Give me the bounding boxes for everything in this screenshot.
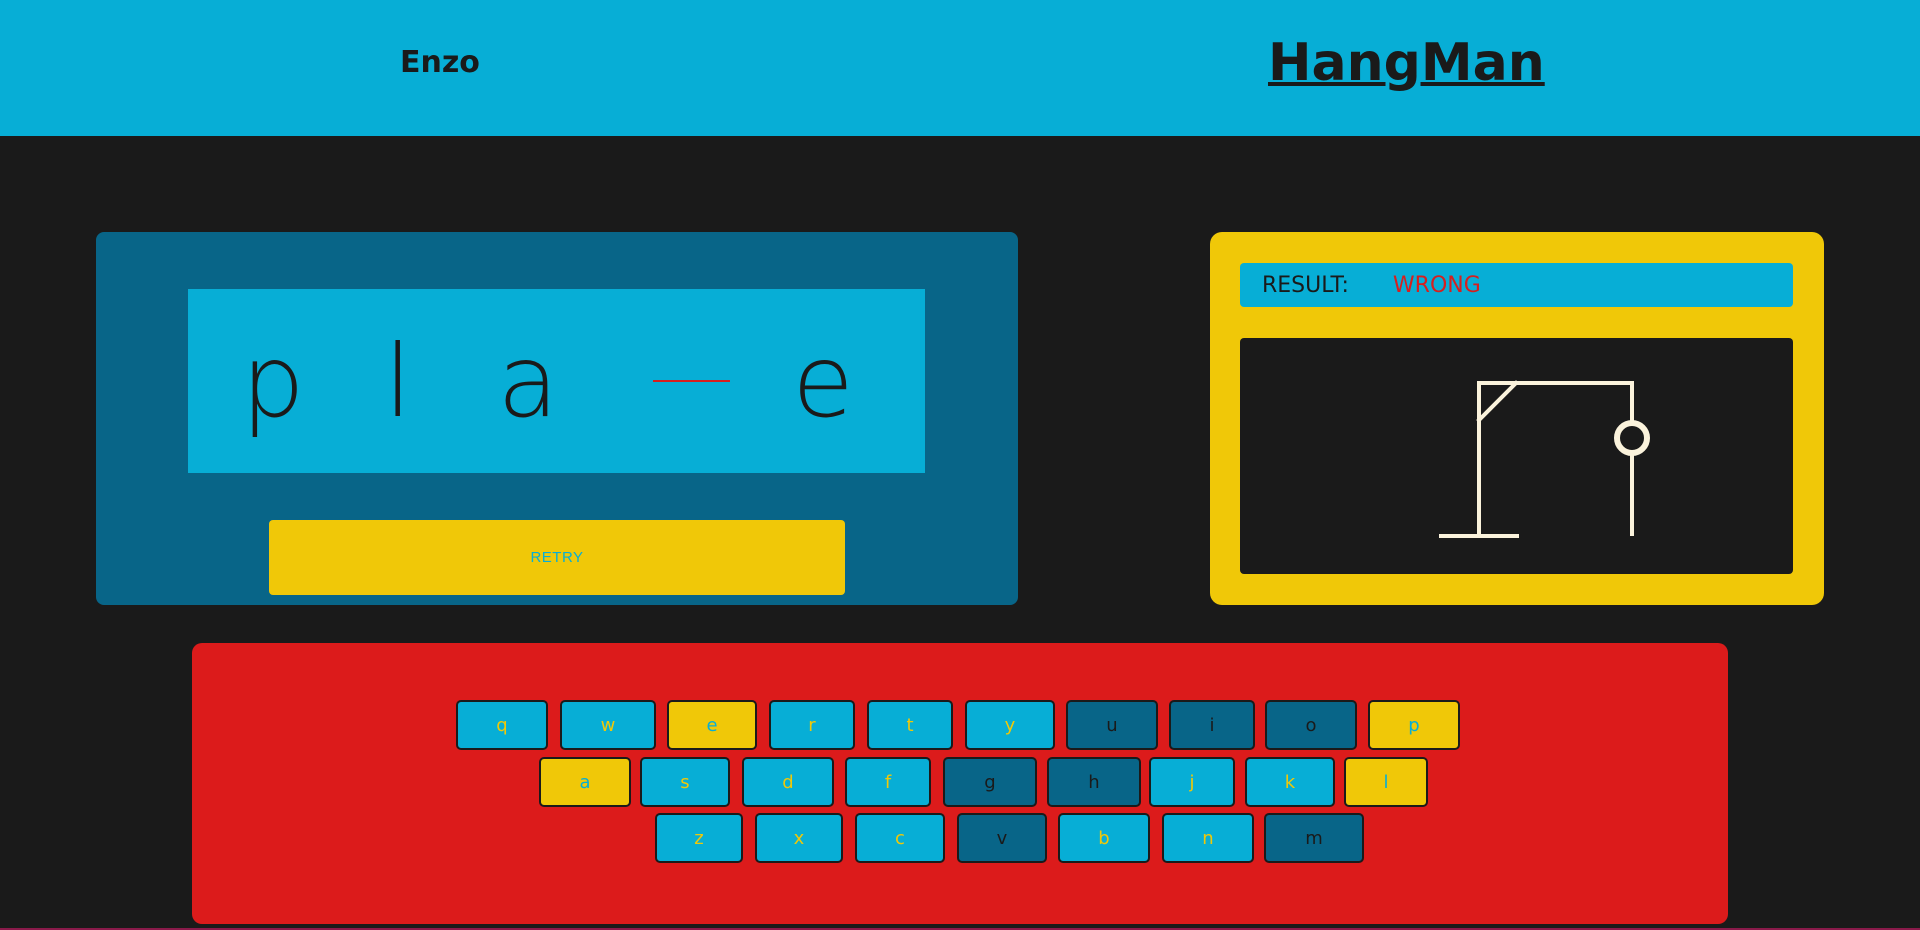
key-d[interactable]: d	[742, 757, 834, 807]
hangman-panel: RESULT: WRONG	[1210, 232, 1824, 605]
key-f[interactable]: f	[845, 757, 931, 807]
gallows-drawing	[1439, 380, 1650, 538]
key-v[interactable]: v	[957, 813, 1047, 863]
key-x[interactable]: x	[755, 813, 843, 863]
letter-slot-blank	[633, 289, 730, 473]
key-n[interactable]: n	[1162, 813, 1254, 863]
key-c[interactable]: c	[855, 813, 945, 863]
result-value: WRONG	[1392, 272, 1481, 298]
key-g[interactable]: g	[943, 757, 1037, 807]
gallows-brace	[1476, 380, 1519, 423]
word-display: p l a e	[188, 289, 925, 473]
key-r[interactable]: r	[769, 700, 855, 750]
word-panel: p l a e RETRY	[96, 232, 1018, 605]
key-s[interactable]: s	[640, 757, 730, 807]
result-label: RESULT:	[1262, 272, 1349, 298]
keyboard: qwertyuiop asdfghjkl zxcvbnm	[192, 643, 1728, 924]
gallows-area	[1240, 338, 1793, 574]
key-i[interactable]: i	[1169, 700, 1255, 750]
key-j[interactable]: j	[1149, 757, 1235, 807]
key-t[interactable]: t	[867, 700, 953, 750]
blank-underline	[653, 380, 730, 382]
letter-slot: e	[792, 322, 854, 440]
header-bar: Enzo HangMan	[0, 0, 1920, 136]
key-y[interactable]: y	[965, 700, 1055, 750]
key-h[interactable]: h	[1047, 757, 1141, 807]
key-l[interactable]: l	[1344, 757, 1428, 807]
letter-slot: a	[497, 322, 559, 440]
key-e[interactable]: e	[667, 700, 757, 750]
key-b[interactable]: b	[1058, 813, 1150, 863]
letter-slot: p	[241, 322, 305, 440]
key-p[interactable]: p	[1368, 700, 1460, 750]
game-title: HangMan	[1268, 33, 1545, 93]
hangman-head	[1614, 420, 1650, 456]
key-o[interactable]: o	[1265, 700, 1357, 750]
key-m[interactable]: m	[1264, 813, 1364, 863]
key-w[interactable]: w	[560, 700, 656, 750]
key-a[interactable]: a	[539, 757, 631, 807]
player-name: Enzo	[400, 45, 480, 80]
key-q[interactable]: q	[456, 700, 548, 750]
key-k[interactable]: k	[1245, 757, 1335, 807]
retry-button[interactable]: RETRY	[269, 520, 845, 595]
result-bar: RESULT: WRONG	[1240, 263, 1793, 307]
letter-slot: l	[384, 322, 412, 440]
key-z[interactable]: z	[655, 813, 743, 863]
key-u[interactable]: u	[1066, 700, 1158, 750]
